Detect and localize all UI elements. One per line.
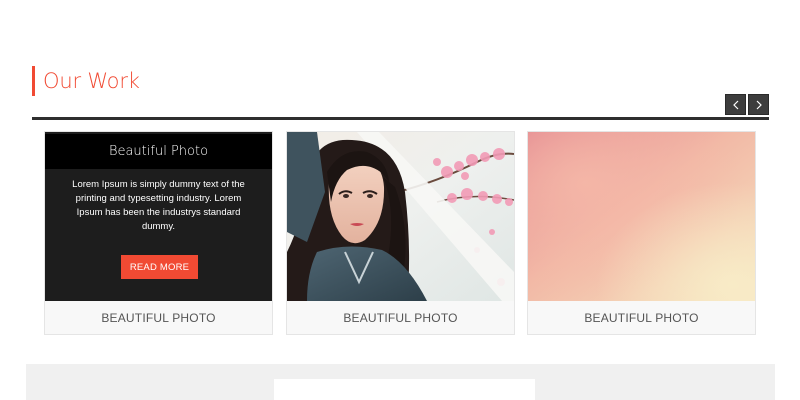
carousel-next-button[interactable] bbox=[748, 94, 769, 115]
section-title: Our Work bbox=[32, 66, 140, 96]
portfolio-card[interactable]: BEAUTIFUL PHOTO bbox=[527, 131, 756, 335]
next-section-panel bbox=[274, 379, 535, 400]
read-more-button[interactable]: READ MORE bbox=[121, 255, 198, 279]
card-caption[interactable]: BEAUTIFUL PHOTO bbox=[528, 301, 755, 334]
section-divider bbox=[32, 117, 769, 120]
card-hover-overlay: Beautiful Photo Lorem Ipsum is simply du… bbox=[45, 132, 272, 301]
overlay-description: Lorem Ipsum is simply dummy text of the … bbox=[72, 179, 245, 232]
section-title-text: Our Work bbox=[43, 68, 140, 93]
chevron-right-icon bbox=[756, 100, 762, 109]
card-caption[interactable]: BEAUTIFUL PHOTO bbox=[45, 301, 272, 334]
card-image: Beautiful Photo Lorem Ipsum is simply du… bbox=[45, 132, 272, 301]
card-image bbox=[528, 132, 755, 301]
gradient-photo bbox=[528, 132, 755, 301]
portrait-photo bbox=[287, 132, 514, 301]
portfolio-card[interactable]: Beautiful Photo Lorem Ipsum is simply du… bbox=[44, 131, 273, 335]
overlay-title: Beautiful Photo bbox=[45, 134, 272, 169]
card-caption[interactable]: BEAUTIFUL PHOTO bbox=[287, 301, 514, 334]
carousel-prev-button[interactable] bbox=[725, 94, 746, 115]
chevron-left-icon bbox=[732, 100, 738, 109]
portfolio-card[interactable]: BEAUTIFUL PHOTO bbox=[286, 131, 515, 335]
card-image bbox=[287, 132, 514, 301]
